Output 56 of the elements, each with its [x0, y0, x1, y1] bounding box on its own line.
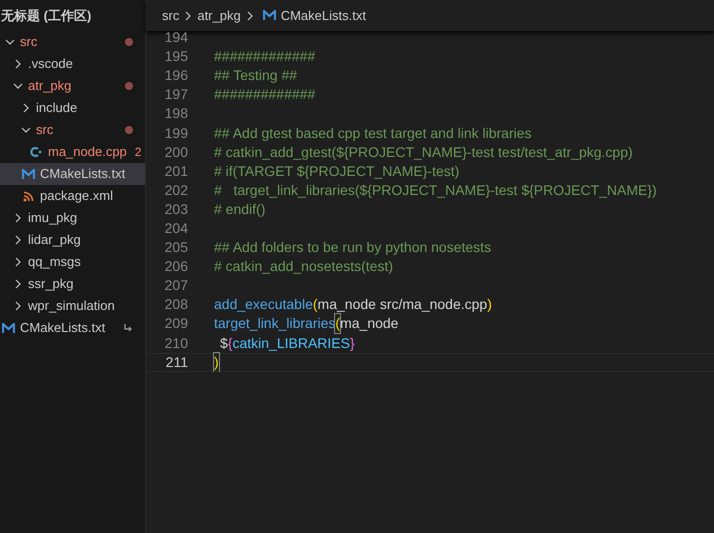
- tree-item[interactable]: CMakeLists.txt: [0, 317, 145, 339]
- code-line: # endif(): [214, 200, 266, 219]
- line-number: 206: [164, 257, 188, 276]
- code-line: ## Add gtest based cpp test target and link libraries: [214, 124, 532, 143]
- m-letter-icon: [262, 10, 277, 21]
- tree-item[interactable]: package.xml: [0, 185, 145, 207]
- breadcrumb-item[interactable]: atr_pkg: [197, 6, 241, 26]
- tree-item[interactable]: CMakeLists.txt: [0, 163, 145, 185]
- tree-item[interactable]: atr_pkg: [0, 75, 145, 97]
- breadcrumb-item[interactable]: src: [162, 6, 180, 26]
- breadcrumb-item[interactable]: CMakeLists.txt: [280, 6, 366, 26]
- problem-count: 2: [134, 144, 142, 161]
- line-number: 205: [164, 238, 188, 258]
- line-number: 211: [164, 352, 188, 372]
- code-line: # catkin_add_nosetests(test): [214, 257, 393, 276]
- tree-item[interactable]: src: [0, 119, 145, 141]
- m-letter-icon: [0, 322, 16, 334]
- line-number: 210: [164, 334, 188, 353]
- line-number: 201: [164, 162, 188, 181]
- c-plus-icon: [28, 146, 44, 158]
- tree-item[interactable]: wpr_simulation: [0, 295, 145, 317]
- chevron-right-icon: [244, 10, 255, 20]
- code-line: # catkin_add_gtest(${PROJECT_NAME}-test test/test_atr_pkg.cpp): [214, 142, 633, 162]
- tree-item[interactable]: ma_node.cpp 2: [0, 141, 145, 163]
- code-line: add_executable(ma_node src/ma_node.cpp): [214, 295, 492, 314]
- code-line: #############: [214, 85, 316, 104]
- tree-item[interactable]: imu_pkg: [0, 207, 145, 229]
- chevron-right-icon: [183, 10, 194, 20]
- tree-item[interactable]: src: [0, 31, 145, 53]
- line-number: 202: [164, 180, 188, 200]
- tree-item[interactable]: ssr_pkg: [0, 273, 145, 295]
- line-number: 207: [164, 276, 188, 296]
- tree-item[interactable]: qq_msgs: [0, 251, 145, 273]
- code-line: ## Testing ##: [214, 66, 298, 86]
- line-number: 204: [164, 218, 188, 238]
- line-number: 208: [164, 295, 188, 314]
- line-number: 197: [164, 85, 188, 104]
- code-line: # if(TARGET ${PROJECT_NAME}-test): [214, 162, 460, 181]
- tree-item[interactable]: lidar_pkg: [0, 229, 145, 251]
- code-line: ${catkin_LIBRARIES}: [220, 334, 355, 353]
- line-number: 196: [164, 66, 188, 86]
- line-number: 194: [164, 28, 188, 48]
- line-number: 199: [164, 124, 188, 143]
- code-line: target_link_libraries(ma_node: [214, 314, 398, 334]
- line-number: 198: [164, 104, 188, 124]
- m-letter-icon: [20, 168, 36, 180]
- line-number: 200: [164, 142, 188, 162]
- line-number: 195: [164, 47, 188, 66]
- code-line: #############: [214, 47, 316, 66]
- workspace-title: 无标题 (工作区): [0, 6, 92, 25]
- code-line: # target_link_libraries(${PROJECT_NAME}-test ${PROJECT_NAME}): [214, 180, 657, 200]
- line-number: 209: [164, 314, 188, 334]
- tree-item[interactable]: include: [0, 97, 145, 119]
- code-line: ## Add folders to be run by python nosetests: [214, 238, 492, 258]
- tree-item[interactable]: .vscode: [0, 53, 145, 75]
- line-number: 203: [164, 200, 188, 219]
